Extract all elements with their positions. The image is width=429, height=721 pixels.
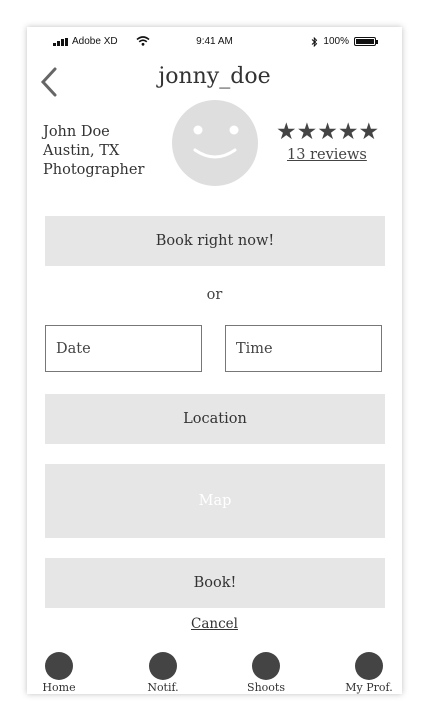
smiley-face-icon (193, 125, 239, 159)
tab-bar: Home Notif. Shoots My Prof. (27, 652, 402, 694)
profile-occupation: Photographer (43, 162, 145, 178)
page-title: jonny_doe (158, 64, 271, 89)
tab-shoots[interactable]: Shoots (231, 652, 301, 694)
phone-screen: Adobe XD 9:41 AM 100% jonny_doe John Doe… (27, 27, 402, 694)
profile-icon (355, 652, 383, 680)
tab-my-profile-label: My Prof. (345, 681, 393, 694)
location-field[interactable]: Location (45, 394, 385, 444)
status-bar: Adobe XD 9:41 AM 100% (27, 27, 402, 55)
status-right: 100% (311, 36, 378, 47)
book-right-now-button[interactable]: Book right now! (45, 216, 385, 266)
battery-percent: 100% (323, 36, 349, 47)
tab-home[interactable]: Home (27, 652, 94, 694)
map-placeholder[interactable]: Map (45, 464, 385, 538)
home-icon (45, 652, 73, 680)
tab-notifications-label: Notif. (147, 681, 179, 694)
cancel-link[interactable]: Cancel (27, 616, 402, 632)
time-field[interactable]: Time (225, 325, 382, 372)
profile-location: Austin, TX (43, 143, 120, 159)
rating-stars: ★★★★★ (276, 119, 380, 145)
notifications-icon (149, 652, 177, 680)
shoots-icon (252, 652, 280, 680)
battery-icon (354, 37, 378, 46)
or-separator: or (206, 287, 223, 303)
book-button[interactable]: Book! (45, 558, 385, 608)
tab-home-label: Home (42, 681, 76, 694)
tab-my-profile[interactable]: My Prof. (334, 652, 402, 694)
date-field[interactable]: Date (45, 325, 202, 372)
profile-name: John Doe (43, 124, 110, 140)
tab-notifications[interactable]: Notif. (128, 652, 198, 694)
battery-fill (356, 39, 374, 44)
profile-info: John Doe Austin, TX Photographer (43, 123, 144, 180)
bluetooth-icon (312, 36, 318, 47)
reviews-link[interactable]: 13 reviews (287, 147, 367, 163)
avatar (172, 100, 258, 186)
tab-shoots-label: Shoots (247, 681, 285, 694)
